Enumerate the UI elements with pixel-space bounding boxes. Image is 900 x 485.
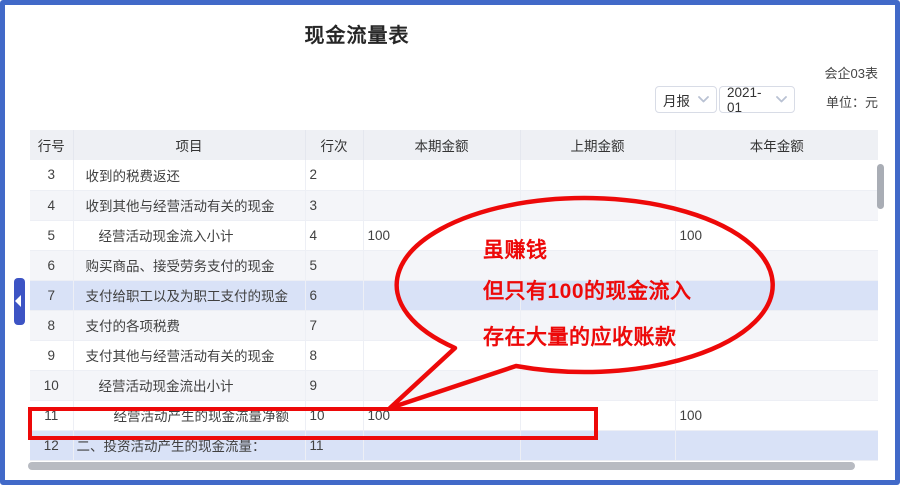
cell-prior-amount <box>520 370 675 400</box>
cell-row-no: 10 <box>30 370 73 400</box>
cell-year-amount <box>675 280 878 310</box>
cell-prior-amount <box>520 190 675 220</box>
cell-row-no: 9 <box>30 340 73 370</box>
table-row[interactable]: 10经营活动现金流出小计9 <box>30 370 878 400</box>
annotation-text-line: 虽赚钱 <box>483 239 548 263</box>
cell-current-amount <box>363 160 520 190</box>
cell-row-no: 4 <box>30 190 73 220</box>
table-row[interactable]: 5经营活动现金流入小计4100100 <box>30 220 878 250</box>
unit-label: 单位：元 <box>826 92 878 111</box>
table-row[interactable]: 6购买商品、接受劳务支付的现金5 <box>30 250 878 280</box>
cell-prior-amount <box>520 160 675 190</box>
vertical-scrollbar-thumb[interactable] <box>877 164 884 209</box>
col-header-current-amount: 本期金额 <box>363 130 520 160</box>
cell-item: 购买商品、接受劳务支付的现金 <box>73 250 305 280</box>
cell-line-no: 8 <box>305 340 363 370</box>
table-row[interactable]: 3收到的税费返还2 <box>30 160 878 190</box>
chevron-down-icon <box>776 96 787 103</box>
period-select[interactable]: 2021-01 <box>719 86 795 113</box>
cell-current-amount <box>363 190 520 220</box>
cell-item: 收到的税费返还 <box>73 160 305 190</box>
page-title: 现金流量表 <box>237 19 477 48</box>
cell-year-amount <box>675 430 878 460</box>
annotation-text-line: 存在大量的应收账款 <box>483 326 677 350</box>
col-header-item: 项目 <box>73 130 305 160</box>
col-header-prior-amount: 上期金额 <box>520 130 675 160</box>
cell-year-amount <box>675 370 878 400</box>
cell-item: 支付的各项税费 <box>73 310 305 340</box>
table-header: 行号 项目 行次 本期金额 上期金额 本年金额 <box>30 130 878 160</box>
cell-year-amount: 100 <box>675 220 878 250</box>
cell-row-no: 5 <box>30 220 73 250</box>
table-row[interactable]: 7支付给职工以及为职工支付的现金6 <box>30 280 878 310</box>
cell-line-no: 4 <box>305 220 363 250</box>
cell-row-no: 6 <box>30 250 73 280</box>
cell-item: 支付其他与经营活动有关的现金 <box>73 340 305 370</box>
cell-line-no: 6 <box>305 280 363 310</box>
report-type-value: 月报 <box>663 90 690 110</box>
col-header-year-amount: 本年金额 <box>675 130 878 160</box>
cell-current-amount <box>363 370 520 400</box>
cell-item: 经营活动现金流出小计 <box>73 370 305 400</box>
cell-line-no: 2 <box>305 160 363 190</box>
cell-year-amount: 100 <box>675 400 878 430</box>
table-row[interactable]: 9支付其他与经营活动有关的现金8 <box>30 340 878 370</box>
cell-line-no: 5 <box>305 250 363 280</box>
table-row[interactable]: 4收到其他与经营活动有关的现金3 <box>30 190 878 220</box>
screen: 现金流量表 会企03表 月报 2021-01 单位：元 行号 项目 行次 本期金… <box>0 0 900 485</box>
cell-row-no: 7 <box>30 280 73 310</box>
period-value: 2021-01 <box>727 85 772 115</box>
annotation-text-line: 但只有100的现金流入 <box>483 280 692 304</box>
col-header-line-no: 行次 <box>305 130 363 160</box>
cell-line-no: 9 <box>305 370 363 400</box>
arrow-left-icon <box>15 295 21 307</box>
cell-line-no: 3 <box>305 190 363 220</box>
cell-item: 经营活动现金流入小计 <box>73 220 305 250</box>
col-header-row-no: 行号 <box>30 130 73 160</box>
cell-row-no: 8 <box>30 310 73 340</box>
chevron-down-icon <box>698 96 709 103</box>
cell-year-amount <box>675 160 878 190</box>
cell-year-amount <box>675 340 878 370</box>
form-code-label: 会企03表 <box>825 63 878 82</box>
cell-line-no: 7 <box>305 310 363 340</box>
left-collapse-handle[interactable] <box>14 278 25 325</box>
table-row[interactable]: 8支付的各项税费7 <box>30 310 878 340</box>
cell-row-no: 3 <box>30 160 73 190</box>
cell-year-amount <box>675 250 878 280</box>
cell-year-amount <box>675 310 878 340</box>
horizontal-scrollbar-thumb[interactable] <box>28 462 855 470</box>
cell-year-amount <box>675 190 878 220</box>
cell-item: 收到其他与经营活动有关的现金 <box>73 190 305 220</box>
annotation-highlight-box <box>28 407 598 440</box>
cell-item: 支付给职工以及为职工支付的现金 <box>73 280 305 310</box>
report-type-select[interactable]: 月报 <box>655 86 717 113</box>
